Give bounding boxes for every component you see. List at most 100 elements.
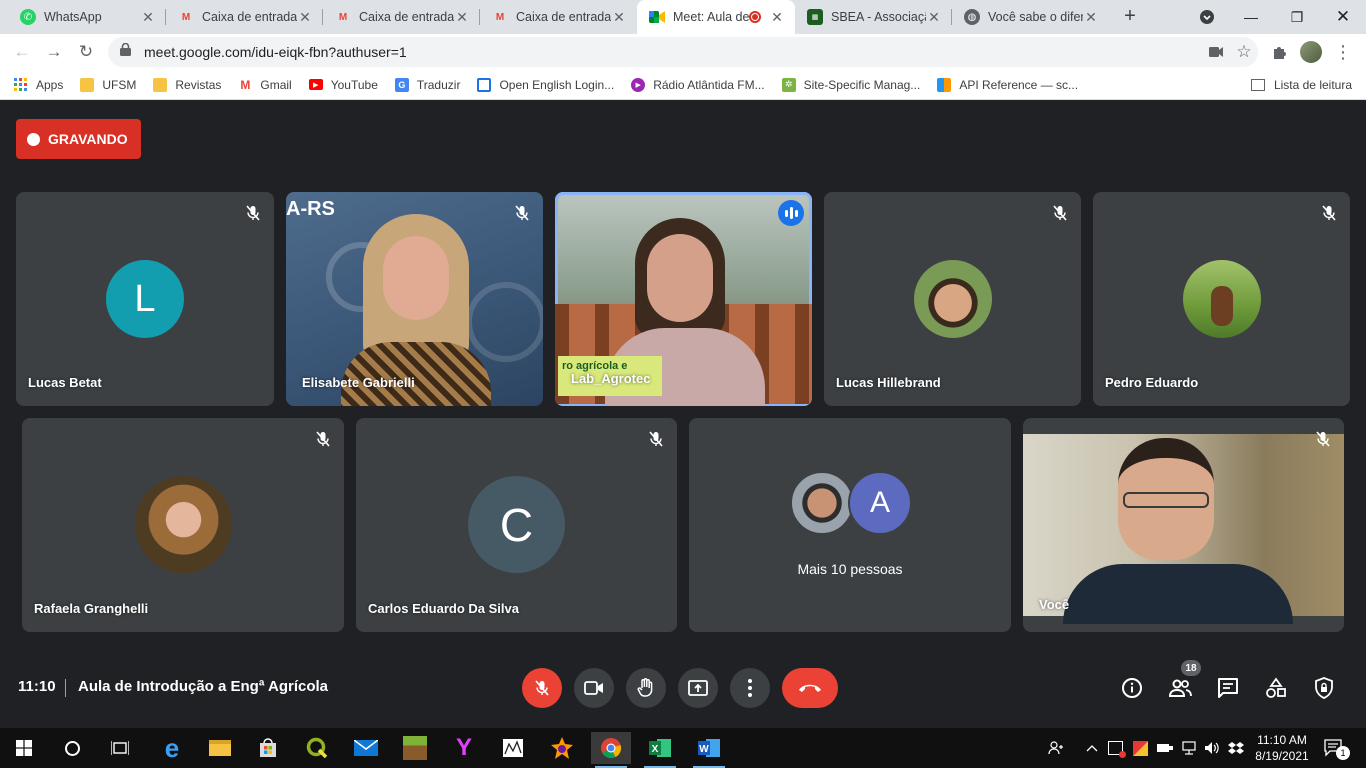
tab-meet[interactable]: Meet: Aula de ✕ — [637, 0, 795, 34]
bookmark-star-icon[interactable]: ☆ — [1230, 42, 1258, 62]
more-people-label: Mais 10 pessoas — [797, 561, 903, 577]
mic-off-icon — [1053, 205, 1067, 221]
bookmark-open-english[interactable]: Open English Login... — [477, 77, 614, 92]
present-screen-button[interactable] — [678, 668, 718, 708]
bookmark-site-specific[interactable]: ✲ Site-Specific Manag... — [781, 77, 920, 92]
bookmark-traduzir[interactable]: G Traduzir — [394, 77, 460, 92]
edge-icon[interactable]: e — [152, 732, 192, 764]
bookmark-gmail[interactable]: M Gmail — [238, 78, 291, 92]
tab-sbea[interactable]: ▦ SBEA - Associação ✕ — [795, 0, 952, 34]
reload-icon[interactable]: ↻ — [74, 40, 98, 64]
tab-search-icon[interactable] — [1184, 0, 1230, 34]
windows-start-icon[interactable] — [4, 732, 44, 764]
participant-tile-carlos-eduardo[interactable]: C Carlos Eduardo Da Silva — [356, 418, 677, 632]
meet-icon — [649, 9, 665, 25]
bookmark-apps[interactable]: Apps — [14, 77, 63, 92]
mic-toggle-button[interactable] — [522, 668, 562, 708]
close-tab-icon[interactable]: ✕ — [769, 9, 785, 26]
participant-tile-more-people[interactable]: A Mais 10 pessoas — [689, 418, 1011, 632]
tab-whatsapp[interactable]: ✆ WhatsApp ✕ — [8, 0, 166, 34]
new-tab-button[interactable]: + — [1119, 4, 1141, 28]
more-vert-icon — [748, 679, 752, 697]
camera-permission-icon[interactable] — [1202, 47, 1230, 57]
close-tab-icon[interactable]: ✕ — [611, 9, 627, 26]
file-explorer-icon[interactable] — [200, 732, 240, 764]
participant-name: Carlos Eduardo Da Silva — [368, 601, 519, 616]
word-icon[interactable]: W — [689, 732, 729, 768]
shapes-icon — [1266, 677, 1286, 698]
browser-menu-icon[interactable]: ⋮ — [1331, 40, 1355, 64]
yandex-icon[interactable]: Y — [444, 732, 484, 764]
participant-tile-lucas-hillebrand[interactable]: Lucas Hillebrand — [824, 192, 1081, 406]
avatar — [914, 260, 992, 338]
people-tray-icon[interactable] — [1048, 728, 1064, 768]
close-window-icon[interactable]: ✕ — [1320, 0, 1366, 34]
qgis-icon[interactable] — [297, 732, 337, 764]
avatar — [135, 476, 232, 573]
close-tab-icon[interactable]: ✕ — [1083, 9, 1099, 26]
antivirus-tray-icon[interactable] — [1108, 728, 1126, 768]
back-icon[interactable]: ← — [10, 40, 34, 64]
address-bar[interactable]: meet.google.com/idu-eiqk-fbn?authuser=1 … — [108, 37, 1258, 67]
extensions-icon[interactable] — [1267, 40, 1291, 64]
participant-tile-pedro-eduardo[interactable]: Pedro Eduardo — [1093, 192, 1350, 406]
app-icon[interactable] — [493, 732, 533, 764]
tab-voce-sabe[interactable]: ◍ Você sabe o diferencial ✕ — [952, 0, 1109, 34]
minimize-icon[interactable]: — — [1228, 0, 1274, 34]
present-icon — [688, 680, 708, 696]
usb-tray-icon[interactable] — [1157, 728, 1173, 768]
host-controls-button[interactable] — [1310, 674, 1338, 702]
translate-icon: G — [394, 77, 409, 92]
url-text[interactable]: meet.google.com/idu-eiqk-fbn?authuser=1 — [144, 44, 1202, 60]
bookmark-youtube[interactable]: ▶ YouTube — [308, 78, 378, 92]
participants-button[interactable] — [1166, 674, 1194, 702]
minecraft-icon[interactable] — [395, 732, 435, 764]
bookmark-revistas[interactable]: Revistas — [153, 77, 221, 92]
camera-toggle-button[interactable] — [574, 668, 614, 708]
search-icon[interactable] — [52, 732, 92, 764]
recording-badge[interactable]: GRAVANDO — [16, 119, 141, 159]
task-view-icon[interactable] — [100, 732, 140, 764]
app-tray-icon[interactable] — [1133, 728, 1148, 768]
chat-button[interactable] — [1214, 674, 1242, 702]
network-tray-icon[interactable] — [1181, 728, 1197, 768]
game-icon[interactable] — [542, 732, 582, 764]
leave-call-button[interactable] — [782, 668, 838, 708]
tab-gmail-2[interactable]: M Caixa de entrada ✕ — [323, 0, 480, 34]
video-logo-overlay: A-RS — [286, 198, 335, 220]
profile-avatar[interactable] — [1299, 40, 1323, 64]
excel-icon[interactable]: X — [640, 732, 680, 768]
more-options-button[interactable] — [730, 668, 770, 708]
raise-hand-button[interactable] — [626, 668, 666, 708]
activities-button[interactable] — [1262, 674, 1290, 702]
taskbar-clock[interactable]: 11:10 AM 8/19/2021 — [1252, 732, 1312, 764]
participant-tile-elisabete-gabrielli[interactable]: A-RS Elisabete Gabrielli — [286, 192, 543, 406]
mail-icon[interactable] — [346, 732, 386, 764]
forward-icon[interactable]: → — [42, 40, 66, 64]
restore-icon[interactable]: ❐ — [1274, 0, 1320, 34]
close-tab-icon[interactable]: ✕ — [140, 9, 156, 26]
avatar — [790, 471, 854, 535]
tray-overflow-icon[interactable] — [1086, 728, 1098, 768]
youtube-icon: ▶ — [308, 79, 323, 90]
participant-tile-lucas-betat[interactable]: L Lucas Betat — [16, 192, 274, 406]
dropbox-tray-icon[interactable] — [1228, 728, 1244, 768]
participant-tile-rafaela-granghelli[interactable]: Rafaela Granghelli — [22, 418, 344, 632]
participant-tile-lab-agrotec[interactable]: ro agrícola e Lab_Agrotec — [555, 192, 812, 406]
bookmark-ufsm[interactable]: UFSM — [80, 77, 136, 92]
notification-center-icon[interactable]: 1 — [1324, 728, 1350, 768]
chrome-icon[interactable] — [591, 732, 631, 768]
tab-gmail-1[interactable]: M Caixa de entrada ✕ — [166, 0, 323, 34]
close-tab-icon[interactable]: ✕ — [454, 9, 470, 26]
bookmark-radio-atlantida[interactable]: ▶ Rádio Atlântida FM... — [631, 77, 765, 92]
close-tab-icon[interactable]: ✕ — [926, 9, 942, 26]
meeting-details-button[interactable] — [1118, 674, 1146, 702]
participant-tile-voce[interactable]: Você — [1023, 418, 1344, 632]
close-tab-icon[interactable]: ✕ — [297, 9, 313, 26]
store-icon[interactable] — [248, 732, 288, 764]
bookmark-api-reference[interactable]: API Reference — sc... — [937, 77, 1078, 92]
tab-gmail-3[interactable]: M Caixa de entrada ✕ — [480, 0, 637, 34]
reading-list-button[interactable]: Lista de leitura — [1250, 70, 1352, 100]
windows-taskbar: e Y X W 11:10 AM 8/19/2021 1 — [0, 728, 1366, 768]
volume-tray-icon[interactable] — [1204, 728, 1220, 768]
